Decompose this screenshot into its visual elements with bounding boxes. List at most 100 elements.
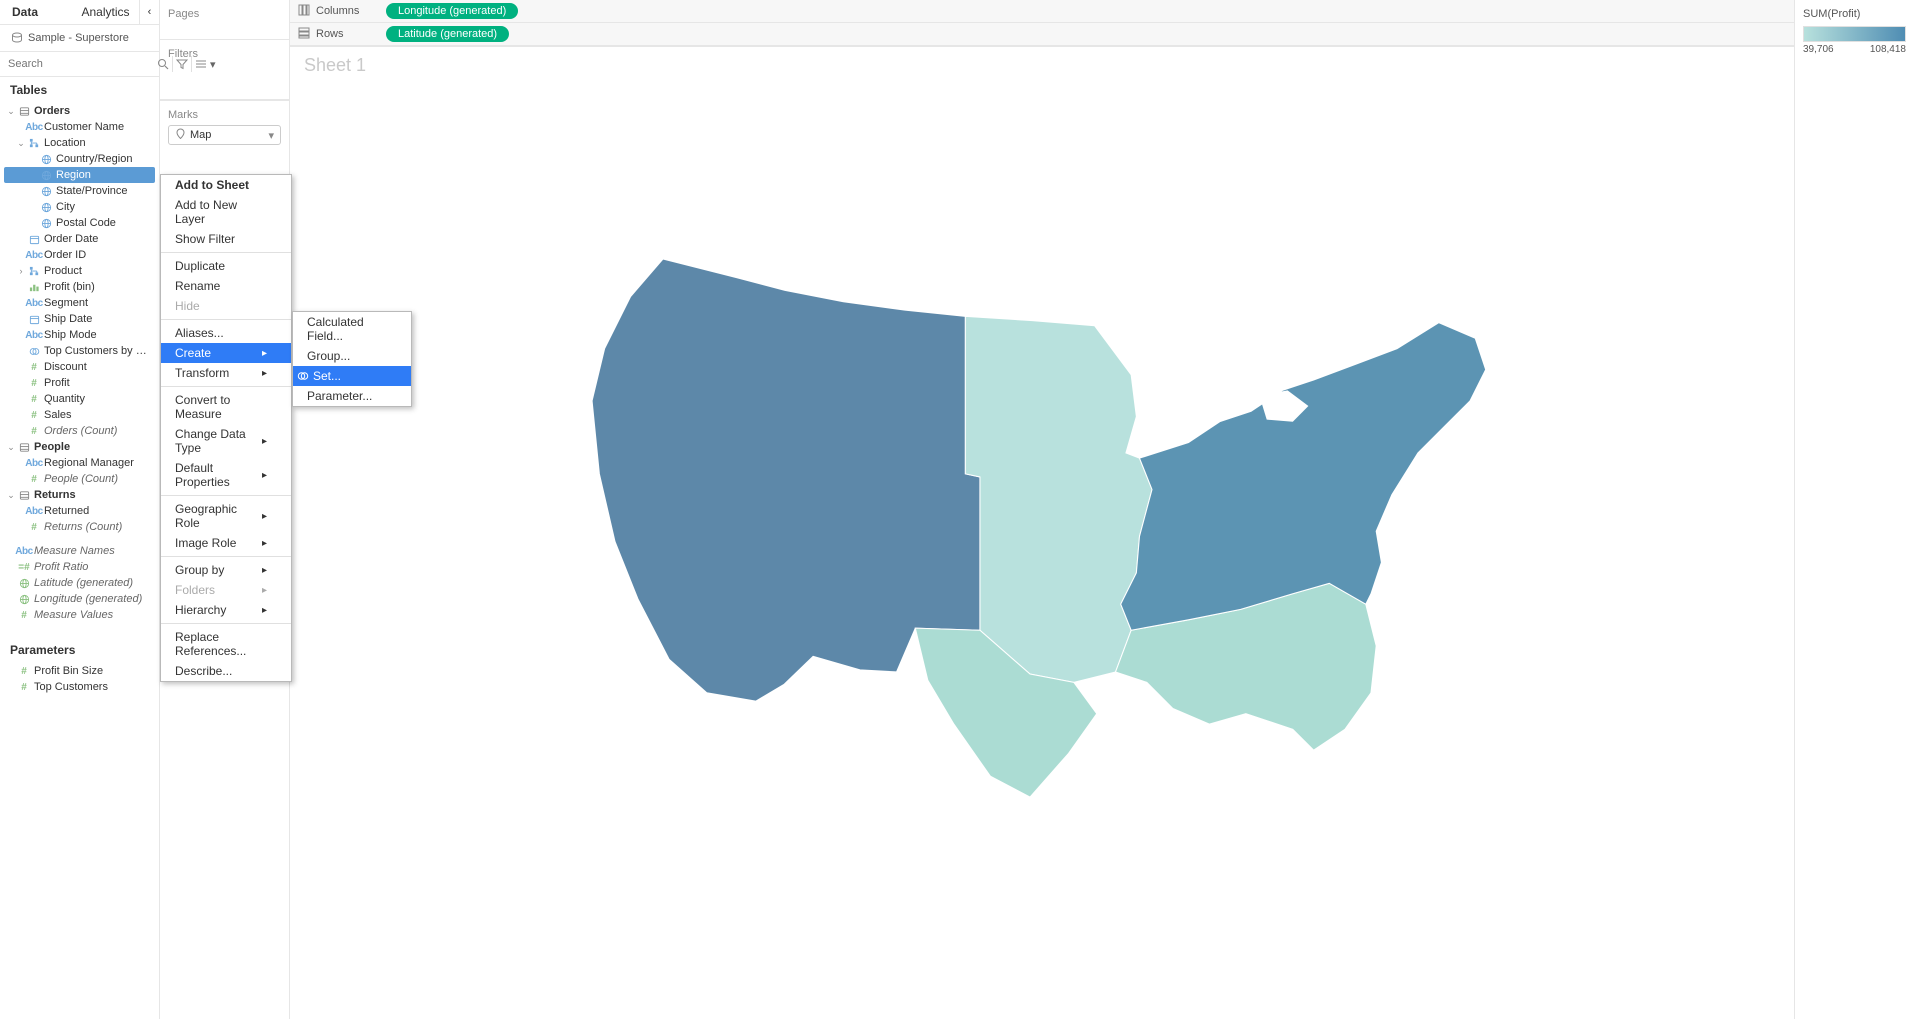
menu-add-to-sheet[interactable]: Add to Sheet	[161, 175, 291, 195]
field-product-hierarchy[interactable]: ›Product	[4, 263, 155, 279]
field-ship-mode[interactable]: AbcShip Mode	[4, 327, 155, 343]
rows-shelf-row: Rows Latitude (generated)	[290, 23, 1794, 46]
param-top-customers[interactable]: #Top Customers	[4, 679, 155, 695]
submenu-arrow-icon: ▸	[262, 348, 267, 359]
field-orders-count[interactable]: #Orders (Count)	[4, 423, 155, 439]
columns-pill-longitude[interactable]: Longitude (generated)	[386, 3, 518, 19]
pages-shelf[interactable]: Pages	[160, 0, 289, 40]
submenu-arrow-icon: ▸	[262, 470, 267, 481]
rows-pill-latitude[interactable]: Latitude (generated)	[386, 26, 509, 42]
columns-shelf-label: Columns	[316, 5, 359, 17]
param-profit-bin-size[interactable]: #Profit Bin Size	[4, 663, 155, 679]
legend-max: 108,418	[1870, 44, 1906, 55]
field-region[interactable]: Region	[4, 167, 155, 183]
filters-shelf[interactable]: Filters	[160, 40, 289, 100]
menu-transform[interactable]: Transform▸	[161, 363, 291, 383]
submenu-calculated-field[interactable]: Calculated Field...	[293, 312, 411, 346]
field-order-id[interactable]: AbcOrder ID	[4, 247, 155, 263]
string-icon: Abc	[26, 250, 42, 261]
datasource-row[interactable]: Sample - Superstore	[0, 25, 159, 52]
legend-min: 39,706	[1803, 44, 1834, 55]
menu-default-properties[interactable]: Default Properties▸	[161, 458, 291, 492]
marks-shelf-label: Marks	[168, 109, 198, 121]
parameters-header: Parameters	[0, 637, 159, 663]
viz-canvas[interactable]: Sheet 1	[290, 46, 1794, 1019]
submenu-parameter[interactable]: Parameter...	[293, 386, 411, 406]
create-submenu: Calculated Field... Group... Set... Para…	[292, 311, 412, 407]
datasource-name: Sample - Superstore	[28, 32, 129, 44]
collapse-sidebar-button[interactable]: ‹	[139, 0, 159, 24]
submenu-arrow-icon: ▸	[262, 538, 267, 549]
mark-type-select[interactable]: Map ▾	[168, 125, 281, 145]
field-returned[interactable]: AbcReturned	[4, 503, 155, 519]
hierarchy-icon	[26, 266, 42, 277]
sheet-title[interactable]: Sheet 1	[304, 55, 366, 76]
menu-create[interactable]: Create▸	[161, 343, 291, 363]
menu-show-filter[interactable]: Show Filter	[161, 229, 291, 249]
field-order-date[interactable]: Order Date	[4, 231, 155, 247]
submenu-arrow-icon: ▸	[262, 585, 267, 596]
submenu-arrow-icon: ▸	[262, 605, 267, 616]
field-location-hierarchy[interactable]: ⌄Location	[4, 135, 155, 151]
field-city[interactable]: City	[4, 199, 155, 215]
menu-duplicate[interactable]: Duplicate	[161, 256, 291, 276]
menu-aliases[interactable]: Aliases...	[161, 323, 291, 343]
field-discount[interactable]: #Discount	[4, 359, 155, 375]
menu-image-role[interactable]: Image Role▸	[161, 533, 291, 553]
number-icon: #	[26, 426, 42, 437]
field-profit-ratio[interactable]: =#Profit Ratio	[4, 559, 155, 575]
table-orders[interactable]: ⌄Orders	[4, 103, 155, 119]
field-people-count[interactable]: #People (Count)	[4, 471, 155, 487]
menu-hierarchy[interactable]: Hierarchy▸	[161, 600, 291, 620]
field-state-province[interactable]: State/Province	[4, 183, 155, 199]
field-regional-manager[interactable]: AbcRegional Manager	[4, 455, 155, 471]
string-icon: Abc	[26, 298, 42, 309]
field-postal-code[interactable]: Postal Code	[4, 215, 155, 231]
menu-convert-to-measure[interactable]: Convert to Measure	[161, 390, 291, 424]
submenu-arrow-icon: ▸	[262, 436, 267, 447]
rows-icon	[298, 27, 310, 42]
table-people[interactable]: ⌄People	[4, 439, 155, 455]
menu-add-to-new-layer[interactable]: Add to New Layer	[161, 195, 291, 229]
field-returns-count[interactable]: #Returns (Count)	[4, 519, 155, 535]
submenu-group[interactable]: Group...	[293, 346, 411, 366]
tab-data[interactable]: Data	[0, 0, 70, 24]
field-longitude-gen[interactable]: Longitude (generated)	[4, 591, 155, 607]
field-segment[interactable]: AbcSegment	[4, 295, 155, 311]
menu-change-data-type[interactable]: Change Data Type▸	[161, 424, 291, 458]
legend-color-bar[interactable]	[1803, 26, 1906, 42]
field-measure-values[interactable]: #Measure Values	[4, 607, 155, 623]
string-icon: Abc	[26, 506, 42, 517]
table-returns[interactable]: ⌄Returns	[4, 487, 155, 503]
submenu-set[interactable]: Set...	[293, 366, 411, 386]
rows-shelf-label: Rows	[316, 28, 344, 40]
field-sales[interactable]: #Sales	[4, 407, 155, 423]
field-country-region[interactable]: Country/Region	[4, 151, 155, 167]
menu-rename[interactable]: Rename	[161, 276, 291, 296]
field-context-menu: Add to Sheet Add to New Layer Show Filte…	[160, 174, 292, 682]
submenu-arrow-icon: ▸	[262, 368, 267, 379]
field-top-customers-set[interactable]: Top Customers by Profit	[4, 343, 155, 359]
menu-geographic-role[interactable]: Geographic Role▸	[161, 499, 291, 533]
search-input[interactable]	[4, 55, 154, 73]
number-icon: #	[16, 666, 32, 677]
globe-icon	[38, 170, 54, 181]
field-ship-date[interactable]: Ship Date	[4, 311, 155, 327]
field-latitude-gen[interactable]: Latitude (generated)	[4, 575, 155, 591]
region-central[interactable]	[965, 316, 1152, 682]
tab-analytics[interactable]: Analytics	[70, 0, 140, 24]
field-quantity[interactable]: #Quantity	[4, 391, 155, 407]
field-profit[interactable]: #Profit	[4, 375, 155, 391]
number-icon: #	[26, 474, 42, 485]
menu-describe[interactable]: Describe...	[161, 661, 291, 681]
field-measure-names[interactable]: AbcMeasure Names	[4, 543, 155, 559]
calc-icon: =#	[16, 562, 32, 573]
field-profit-bin[interactable]: Profit (bin)	[4, 279, 155, 295]
string-icon: Abc	[26, 330, 42, 341]
menu-replace-references[interactable]: Replace References...	[161, 627, 291, 661]
string-icon: Abc	[26, 122, 42, 133]
field-customer-name[interactable]: AbcCustomer Name	[4, 119, 155, 135]
marks-shelf: Marks Map ▾	[160, 100, 289, 153]
menu-group-by[interactable]: Group by▸	[161, 560, 291, 580]
menu-folders: Folders▸	[161, 580, 291, 600]
